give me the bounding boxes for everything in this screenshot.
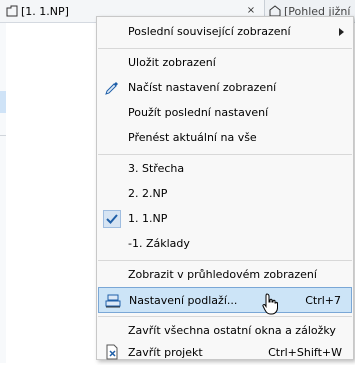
menu-item-label: Zobrazit v průhledovém zobrazení — [128, 268, 317, 281]
menu-item-label: Přenést aktuální na vše — [128, 131, 257, 144]
menu-item-apply-current-to-all[interactable]: Přenést aktuální na vše — [98, 126, 352, 150]
menu-item-label: Použít poslední nastavení — [128, 106, 269, 119]
menu-item-label: -1. Základy — [128, 237, 190, 250]
menu-item-use-last-settings[interactable]: Použít poslední nastavení — [98, 101, 352, 125]
menu-item-label: Poslední související zobrazení — [128, 25, 291, 38]
menu-item-save-view[interactable]: Uložit zobrazení — [98, 51, 352, 75]
menu-item-load-view-settings[interactable]: Načíst nastavení zobrazení — [98, 76, 352, 100]
menu-item-story-settings[interactable]: Nastavení podlaží... Ctrl+7 — [98, 287, 352, 313]
menu-item-close-project[interactable]: Zavřít projekt Ctrl+Shift+W — [98, 341, 352, 365]
menu-item-story-1[interactable]: 1. 1.NP — [98, 207, 352, 231]
menu-item-label: Načíst nastavení zobrazení — [128, 81, 277, 94]
floor-plan-icon — [6, 5, 18, 17]
navigator-selection — [0, 91, 6, 113]
menu-item-label: Zavřít projekt — [128, 346, 203, 359]
menu-item-story-2[interactable]: 2. 2.NP — [98, 182, 352, 206]
menu-item-label: Zavřít všechna ostatní okna a záložky — [128, 324, 336, 337]
menu-item-label: 2. 2.NP — [128, 187, 168, 200]
mouse-cursor-icon — [262, 293, 278, 315]
menu-item-show-in-trace[interactable]: Zobrazit v průhledovém zobrazení — [98, 263, 352, 287]
menu-item-shortcut: Ctrl+Shift+W — [268, 346, 342, 359]
navigator-strip — [0, 23, 6, 363]
close-project-icon — [106, 344, 118, 360]
menu-separator — [98, 316, 352, 317]
menu-item-recent-related-views[interactable]: Poslední související zobrazení — [98, 20, 352, 44]
submenu-arrow-icon — [339, 28, 344, 36]
menu-item-label: 3. Střecha — [128, 162, 185, 175]
tab-title: [1. 1.NP] — [21, 4, 69, 18]
navigator-divider — [0, 135, 6, 136]
menu-item-close-other-windows[interactable]: Zavřít všechna ostatní okna a záložky — [98, 319, 352, 343]
context-menu: Poslední související zobrazení Uložit zo… — [96, 16, 354, 360]
menu-separator — [98, 48, 352, 49]
menu-item-label: 1. 1.NP — [128, 212, 168, 225]
eyedropper-icon — [105, 82, 118, 95]
tab-floor-plan[interactable]: [1. 1.NP] — [6, 0, 69, 22]
menu-item-label: Nastavení podlaží... — [129, 294, 238, 307]
menu-item-story-minus-1[interactable]: -1. Základy — [98, 232, 352, 256]
floor-settings-icon — [105, 294, 121, 308]
menu-item-label: Uložit zobrazení — [128, 56, 216, 69]
checkmark-icon — [106, 214, 118, 224]
menu-separator — [98, 260, 352, 261]
menu-item-story-3[interactable]: 3. Střecha — [98, 157, 352, 181]
menu-separator — [98, 154, 352, 155]
menu-item-shortcut: Ctrl+7 — [305, 294, 341, 307]
